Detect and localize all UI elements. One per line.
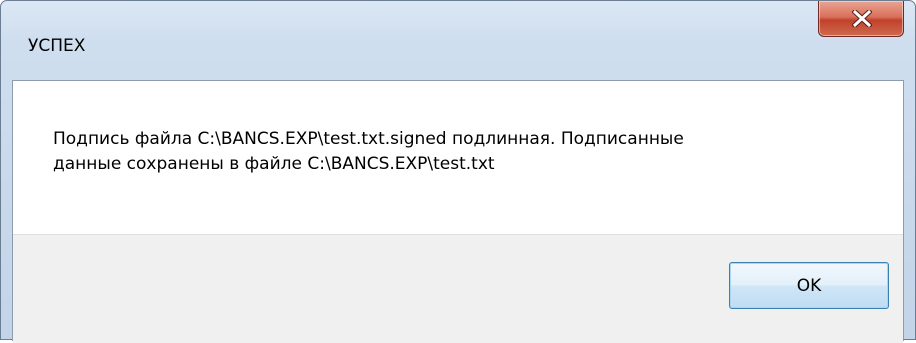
ok-button[interactable]: OK	[729, 262, 889, 309]
message-dialog: УСПЕХ Подпись файла C:\BANCS.EXP\test.tx…	[0, 0, 916, 343]
button-bar: OK	[13, 234, 903, 343]
message-line-2: данные сохранены в файле C:\BANCS.EXP\te…	[53, 154, 495, 174]
close-icon	[852, 10, 872, 27]
close-button[interactable]	[818, 1, 904, 37]
dialog-title: УСПЕХ	[28, 36, 86, 56]
message-text: Подпись файла C:\BANCS.EXP\test.txt.sign…	[53, 127, 883, 177]
message-line-1: Подпись файла C:\BANCS.EXP\test.txt.sign…	[53, 129, 684, 149]
title-bar[interactable]: УСПЕХ	[1, 1, 915, 81]
dialog-body: Подпись файла C:\BANCS.EXP\test.txt.sign…	[12, 80, 904, 343]
message-area: Подпись файла C:\BANCS.EXP\test.txt.sign…	[13, 81, 903, 234]
